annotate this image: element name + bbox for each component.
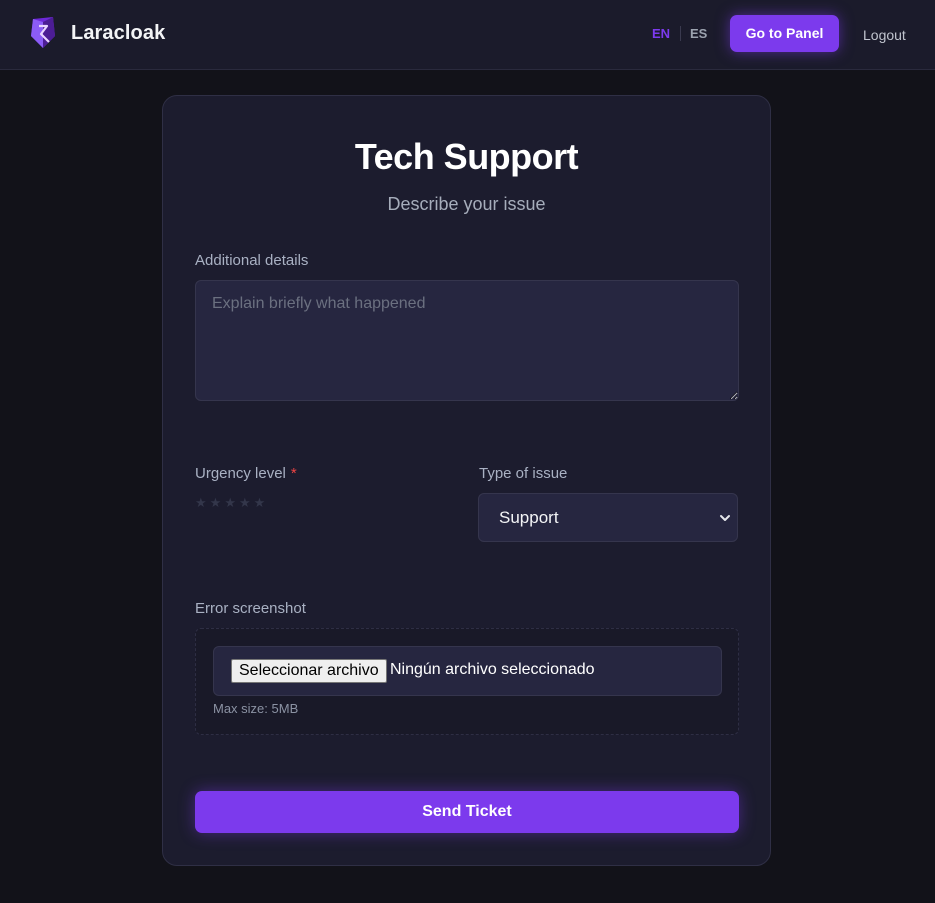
star-icon[interactable]: ★ <box>254 495 266 511</box>
urgency-star-rating[interactable]: ★ ★ ★ ★ ★ <box>195 495 265 511</box>
details-textarea[interactable] <box>195 280 739 401</box>
brand-name: Laracloak <box>71 21 166 44</box>
screenshot-dropzone[interactable]: Seleccionar archivo Ningún archivo selec… <box>195 628 739 735</box>
go-to-panel-button[interactable]: Go to Panel <box>730 15 839 52</box>
page-subtitle: Describe your issue <box>387 194 546 214</box>
laracloak-logo-icon <box>31 17 55 48</box>
send-ticket-button[interactable]: Send Ticket <box>195 791 739 833</box>
details-label: Additional details <box>195 252 309 269</box>
issue-type-select[interactable]: Support <box>478 493 738 542</box>
star-icon[interactable]: ★ <box>210 495 222 511</box>
max-size-hint: Max size: 5MB <box>213 701 299 716</box>
star-icon[interactable]: ★ <box>224 495 236 511</box>
urgency-label: Urgency level * <box>195 465 297 482</box>
choose-file-button[interactable]: Seleccionar archivo <box>231 659 387 683</box>
file-status-text: Ningún archivo seleccionado <box>390 661 595 678</box>
brand[interactable]: Laracloak <box>30 17 165 49</box>
logout-link[interactable]: Logout <box>863 27 906 43</box>
urgency-label-text: Urgency level <box>195 465 286 482</box>
support-form-card: Tech Support Describe your issue Additio… <box>162 95 771 866</box>
star-icon[interactable]: ★ <box>239 495 251 511</box>
page-title: Tech Support <box>354 136 579 177</box>
chevron-down-icon <box>720 515 730 521</box>
file-input[interactable]: Seleccionar archivo Ningún archivo selec… <box>213 646 722 696</box>
language-es-link[interactable]: ES <box>690 26 707 41</box>
top-navbar: Laracloak EN ES Go to Panel Logout <box>0 0 935 70</box>
issue-type-selected-value: Support <box>499 508 559 527</box>
screenshot-label: Error screenshot <box>195 600 306 617</box>
required-mark: * <box>290 465 297 482</box>
language-divider <box>680 26 681 41</box>
issue-type-label: Type of issue <box>479 465 568 482</box>
star-icon[interactable]: ★ <box>195 495 207 511</box>
language-en-link[interactable]: EN <box>652 26 670 41</box>
